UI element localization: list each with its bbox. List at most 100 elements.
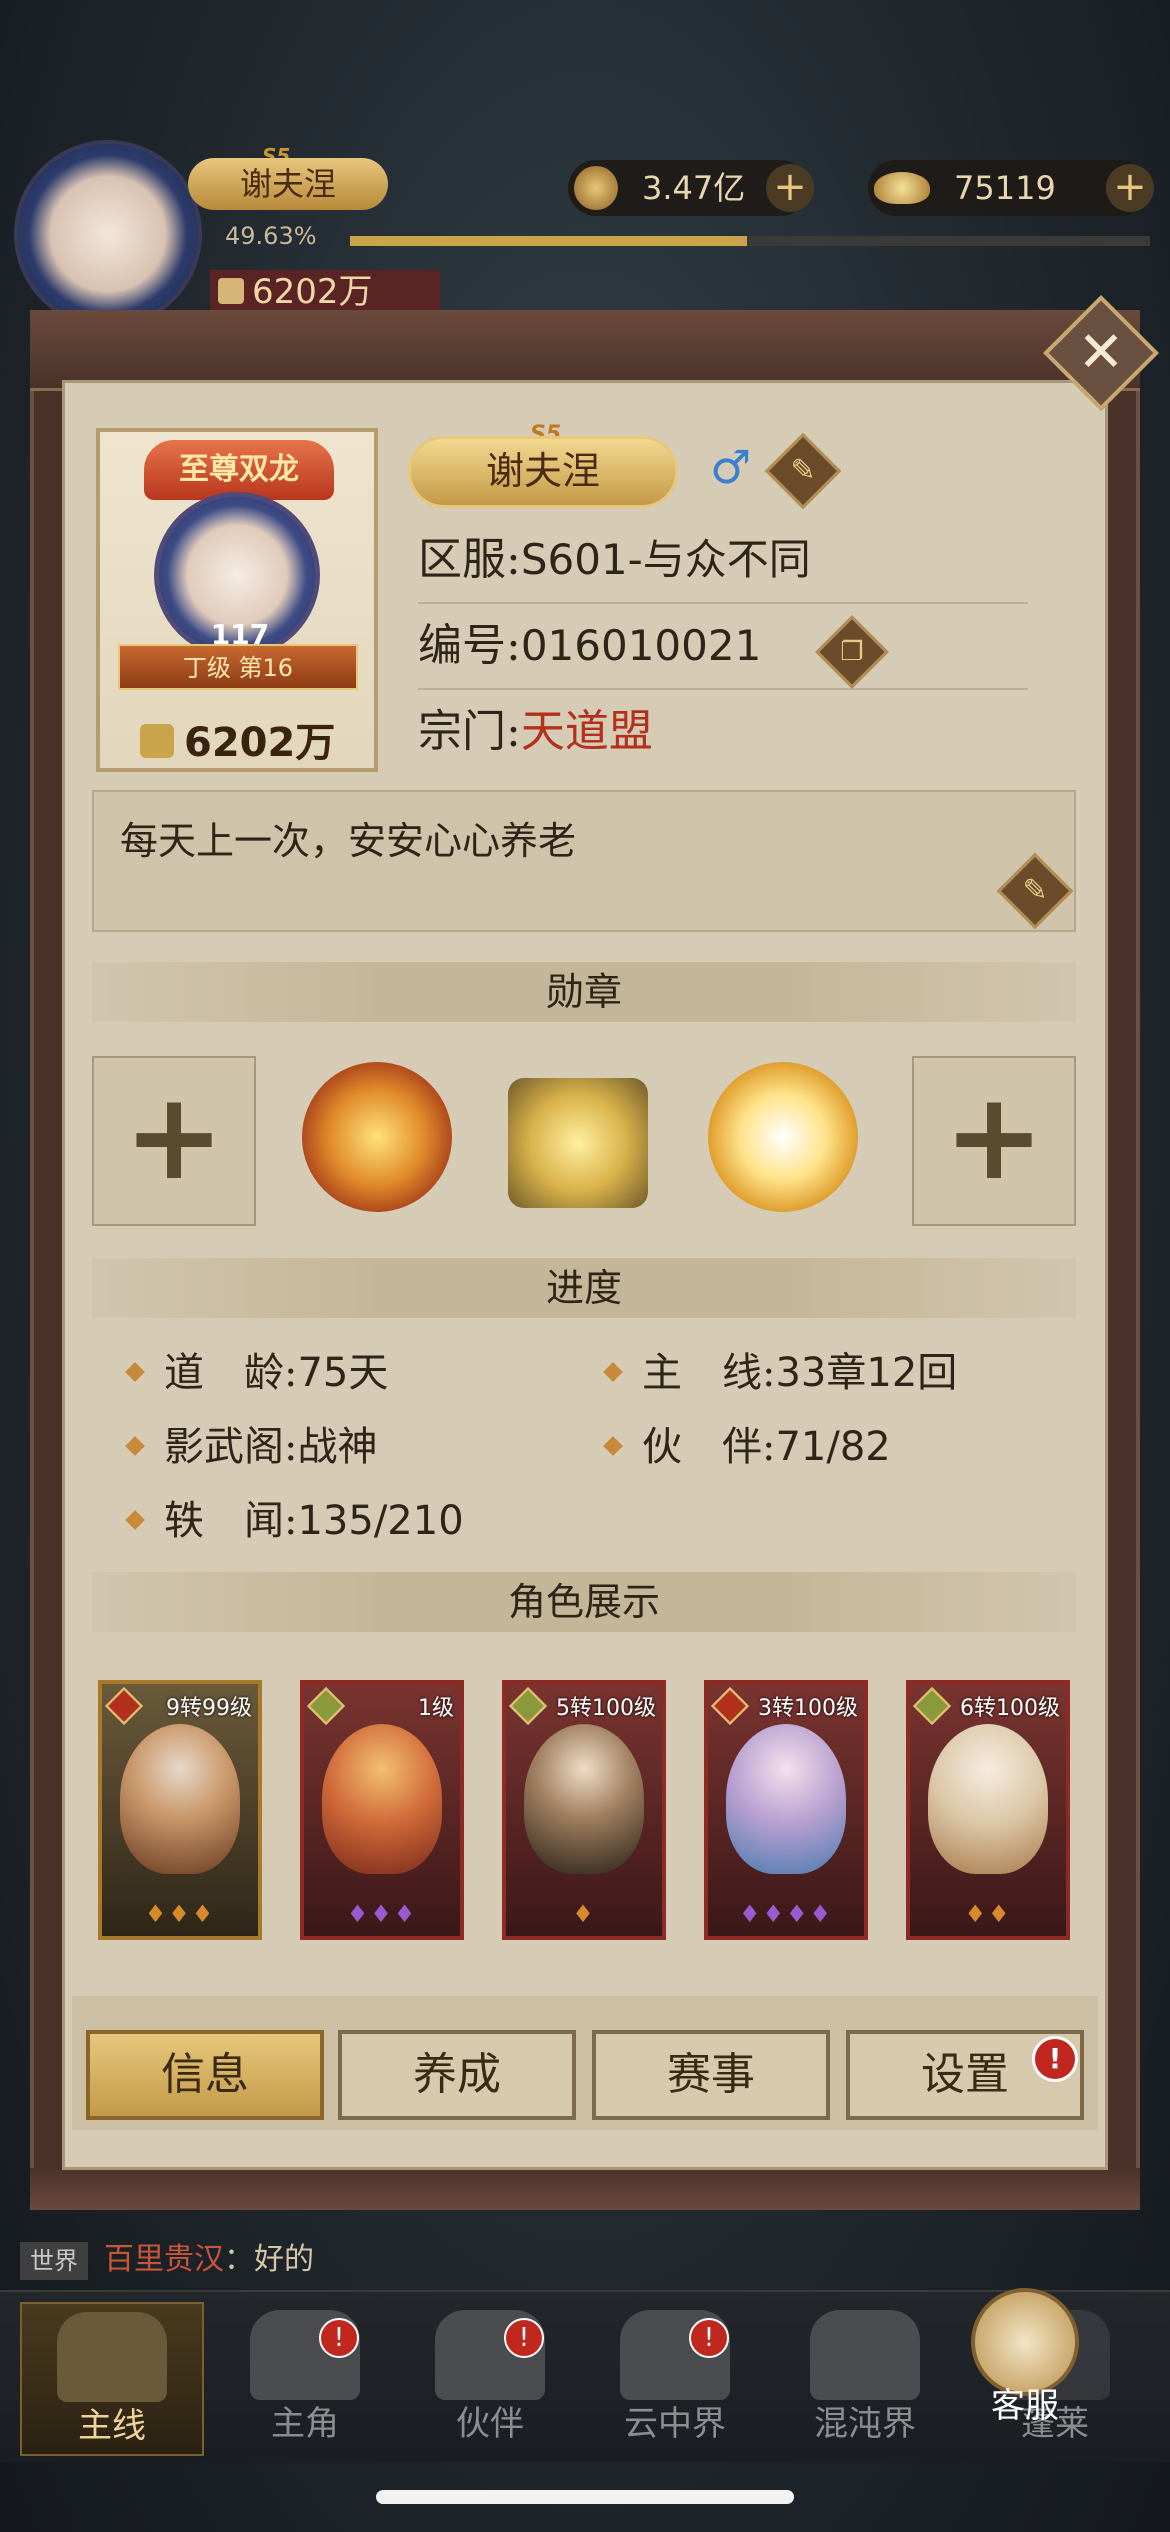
copy-icon: ❐ xyxy=(840,637,864,667)
settings-alert-badge: ! xyxy=(1032,2036,1078,2082)
nav-partner[interactable]: 伙伴 ! xyxy=(400,2302,580,2452)
ingot-value: 75119 xyxy=(954,169,1056,207)
player-name: 谢夫涅 xyxy=(188,158,388,210)
progress-days: 道 龄:75天 xyxy=(125,1340,389,1398)
chaos-icon xyxy=(810,2310,920,2400)
medal-golden-lotus[interactable] xyxy=(708,1062,858,1212)
nav-hero[interactable]: 主角 ! xyxy=(215,2302,395,2452)
modal-footer-bar xyxy=(30,2168,1140,2210)
profile-power-value: 6202万 xyxy=(184,720,336,766)
nav-partner-label: 伙伴 xyxy=(456,2404,524,2444)
chat-message: ：好的 xyxy=(224,2242,314,2277)
progress-main-line-value: 33章12回 xyxy=(775,1350,958,1396)
signature-box: 每天上一次，安安心心养老 xyxy=(92,790,1076,932)
hero-portrait xyxy=(322,1724,442,1874)
home-indicator[interactable] xyxy=(376,2490,794,2504)
exp-percent: 49.63% xyxy=(225,222,317,250)
profile-power: 6202万 xyxy=(140,710,335,768)
plus-icon: + xyxy=(943,1068,1045,1207)
tab-train[interactable]: 养成 xyxy=(338,2030,576,2120)
showcase-header: 角色展示 xyxy=(92,1572,1076,1632)
add-coins-button[interactable]: + xyxy=(766,164,814,212)
nav-cloud-realm-label: 云中界 xyxy=(624,2404,726,2444)
player-avatar[interactable] xyxy=(14,140,202,328)
hero-portrait xyxy=(726,1724,846,1874)
hero-stars: ♦♦♦♦ xyxy=(738,1900,834,1928)
medal-slot-empty-right[interactable]: + xyxy=(912,1056,1076,1226)
progress-main-line-label: 主 线: xyxy=(642,1350,776,1396)
element-wood-icon xyxy=(912,1686,952,1726)
progress-shadow-hall: 影武阁:战神 xyxy=(125,1414,377,1472)
medal-flame-beast[interactable] xyxy=(302,1062,452,1212)
exp-bar xyxy=(350,236,1150,246)
hero-stars: ♦♦ xyxy=(964,1900,1012,1928)
nav-chaos-realm[interactable]: 混沌界 xyxy=(775,2302,955,2452)
top-hud: S5 谢夫涅 49.63% 6202万 3.47亿 + 75119 + xyxy=(0,130,1170,328)
hero-card-5[interactable]: 6转100级 ♦♦ xyxy=(906,1680,1070,1940)
coin-value: 3.47亿 xyxy=(642,169,746,207)
progress-partners: 伙 伴:71/82 xyxy=(603,1414,891,1472)
chat-sender[interactable]: 百里贵汉 xyxy=(104,2242,224,2277)
progress-shadow-hall-label: 影武阁: xyxy=(164,1424,298,1470)
coin-counter: 3.47亿 + xyxy=(568,160,814,216)
customer-service-button[interactable]: 客服 xyxy=(960,2288,1090,2426)
progress-days-label: 道 龄: xyxy=(164,1350,298,1396)
progress-days-value: 75天 xyxy=(297,1350,389,1396)
server-row: 区服:S601-与众不同 xyxy=(418,518,1028,604)
signature-text: 每天上一次，安安心心养老 xyxy=(120,819,577,863)
sect-row: 宗门:天道盟 xyxy=(418,690,1028,774)
portrait-card[interactable]: 至尊双龙 117 丁级 第16 6202万 xyxy=(96,428,378,772)
nav-cloud-realm[interactable]: 云中界 ! xyxy=(585,2302,765,2452)
chat-line[interactable]: 世界 百里贵汉：好的 xyxy=(20,2235,1150,2285)
modal-header-bar xyxy=(30,310,1140,391)
progress-anecdotes: 轶 闻:135/210 xyxy=(125,1488,464,1546)
power-display: 6202万 xyxy=(210,270,440,314)
id-row: 编号:016010021 xyxy=(418,604,1028,690)
hero-level: 1级 xyxy=(418,1696,454,1721)
nav-main-line[interactable]: 主线 xyxy=(20,2302,204,2456)
coin-icon xyxy=(574,166,618,210)
male-gender-icon: ♂ xyxy=(710,440,752,494)
nav-partner-badge: ! xyxy=(504,2318,544,2358)
element-fire-icon xyxy=(710,1686,750,1726)
progress-main-line: 主 线:33章12回 xyxy=(603,1340,958,1398)
hero-level: 3转100级 xyxy=(758,1696,858,1721)
bullet-icon xyxy=(603,1436,623,1456)
power-icon xyxy=(140,724,174,758)
bullet-icon xyxy=(125,1362,145,1382)
id-value: 016010021 xyxy=(520,621,762,670)
hero-card-3[interactable]: 5转100级 ♦ xyxy=(502,1680,666,1940)
tab-events[interactable]: 赛事 xyxy=(592,2030,830,2120)
medal-chest[interactable] xyxy=(508,1078,648,1208)
plus-icon: + xyxy=(123,1068,225,1207)
hero-card-2[interactable]: 1级 ♦♦♦ xyxy=(300,1680,464,1940)
bullet-icon xyxy=(125,1510,145,1530)
nav-main-line-label: 主线 xyxy=(78,2406,146,2446)
customer-service-label: 客服 xyxy=(991,2386,1059,2426)
nav-chaos-realm-label: 混沌界 xyxy=(814,2404,916,2444)
server-value: S601-与众不同 xyxy=(520,535,811,584)
hero-level: 5转100级 xyxy=(556,1696,656,1721)
hero-level: 6转100级 xyxy=(960,1696,1060,1721)
hero-level: 9转99级 xyxy=(166,1696,252,1721)
sect-label: 宗门: xyxy=(418,706,521,757)
hero-card-4[interactable]: 3转100级 ♦♦♦♦ xyxy=(704,1680,868,1940)
hero-card-1[interactable]: 9转99级 ♦♦♦ xyxy=(98,1680,262,1940)
ingot-counter: 75119 + xyxy=(868,160,1154,216)
medals-header: 勋章 xyxy=(92,962,1076,1022)
crossed-swords-icon xyxy=(57,2312,167,2402)
ingot-icon xyxy=(874,172,930,204)
brush-icon: ✎ xyxy=(1022,873,1048,908)
nav-hero-label: 主角 xyxy=(271,2404,339,2444)
tab-info[interactable]: 信息 xyxy=(86,2030,324,2120)
nav-cloud-realm-badge: ! xyxy=(689,2318,729,2358)
rank-ribbon: 丁级 第16 xyxy=(118,644,358,690)
progress-partners-value: 71/82 xyxy=(775,1424,891,1470)
power-value: 6202万 xyxy=(252,272,373,312)
sect-value[interactable]: 天道盟 xyxy=(521,706,653,757)
hero-stars: ♦ xyxy=(572,1900,596,1928)
progress-anecdotes-label: 轶 闻: xyxy=(164,1498,298,1544)
medal-slot-empty-left[interactable]: + xyxy=(92,1056,256,1226)
progress-partners-label: 伙 伴: xyxy=(642,1424,776,1470)
add-ingots-button[interactable]: + xyxy=(1106,164,1154,212)
